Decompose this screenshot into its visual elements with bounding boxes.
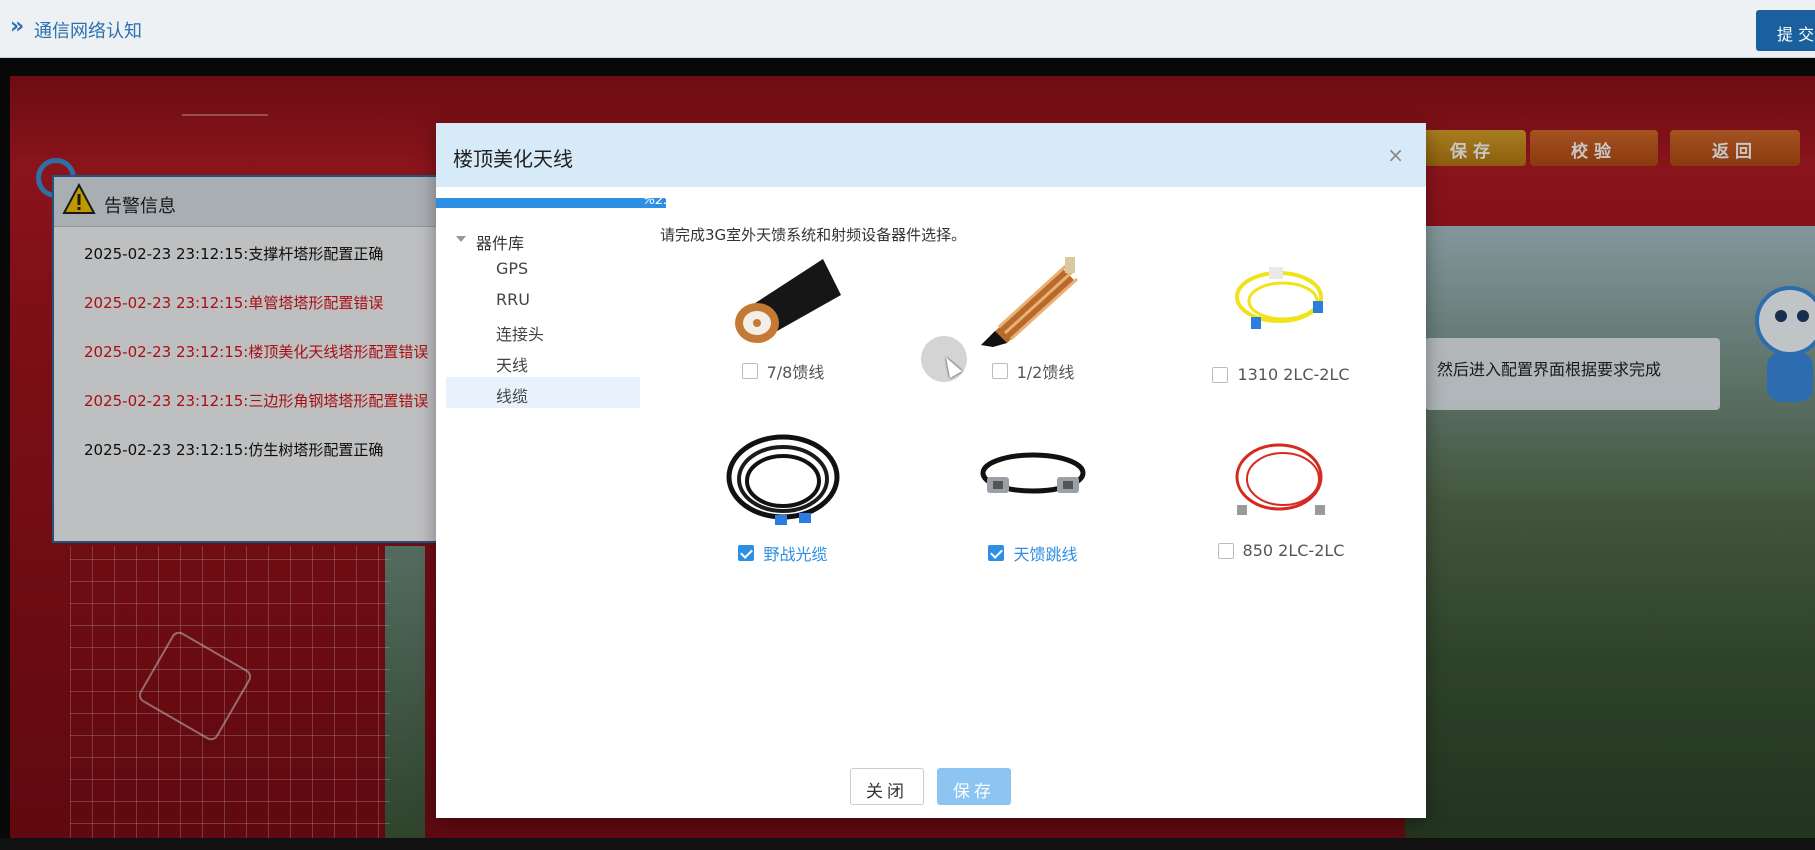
product-label: 7/8馈线 <box>766 363 825 382</box>
product-label: 850 2LC-2LC <box>1242 541 1345 560</box>
progress-bar <box>436 198 666 208</box>
checkbox[interactable] <box>988 545 1005 561</box>
checkbox[interactable] <box>991 363 1008 379</box>
checkbox[interactable] <box>741 363 758 379</box>
checkbox[interactable] <box>738 545 755 561</box>
product-option[interactable]: 野战光缆 <box>683 541 883 565</box>
product-option[interactable]: 850 2LC-2LC <box>1181 541 1381 560</box>
product-item: 7/8馈线 <box>683 251 883 383</box>
caret-down-icon <box>456 236 466 242</box>
double-chevron-icon: » <box>10 14 25 39</box>
product-option[interactable]: 1310 2LC-2LC <box>1181 365 1381 384</box>
product-label: 1/2馈线 <box>1016 363 1075 382</box>
dialog-header: 楼顶美化天线 × <box>436 123 1426 187</box>
tree-item-connector[interactable]: 连接头 <box>446 315 640 346</box>
app-title: 通信网络认知 <box>34 21 142 42</box>
submit-button[interactable]: 提 交 <box>1756 10 1815 51</box>
tree-root-component-library[interactable]: 器件库 <box>446 223 640 253</box>
field-optical-cable-icon <box>726 434 840 525</box>
yellow-fiber-patch-icon <box>1235 267 1323 329</box>
save-button[interactable]: 保存 <box>937 768 1011 805</box>
close-button[interactable]: 关闭 <box>850 768 924 805</box>
coax-cable-7-8-icon <box>735 259 841 343</box>
red-fiber-patch-icon <box>1235 443 1325 515</box>
coax-cable-1-2-icon <box>981 257 1079 347</box>
tree-root-label: 器件库 <box>476 234 525 253</box>
instruction-text: 请完成3G室外天馈系统和射频设备器件选择。 <box>660 226 967 244</box>
component-dialog: 楼顶美化天线 × %25 器件库 GPS RRU 连接头 天线 线缆 请完成3G… <box>436 123 1426 818</box>
feeder-jumper-icon <box>980 452 1086 494</box>
checkbox[interactable] <box>1212 366 1229 383</box>
product-item: 天馈跳线 <box>933 433 1133 565</box>
product-option[interactable]: 7/8馈线 <box>683 359 883 383</box>
bottom-strip <box>0 838 1815 850</box>
product-item: 野战光缆 <box>683 433 883 565</box>
product-label: 1310 2LC-2LC <box>1237 365 1350 384</box>
top-bar: » 通信网络认知 提 交 <box>0 0 1815 58</box>
product-item: 1310 2LC-2LC <box>1181 257 1381 384</box>
checkbox[interactable] <box>1217 542 1234 559</box>
product-label: 野战光缆 <box>763 545 828 564</box>
dialog-title: 楼顶美化天线 <box>453 147 573 171</box>
product-label: 天馈跳线 <box>1013 545 1078 564</box>
component-tree: 器件库 GPS RRU 连接头 天线 线缆 <box>446 223 640 408</box>
tree-item-cable[interactable]: 线缆 <box>446 377 640 408</box>
product-option[interactable]: 天馈跳线 <box>933 541 1133 565</box>
tree-item-gps[interactable]: GPS <box>446 253 640 284</box>
tree-item-antenna[interactable]: 天线 <box>446 346 640 377</box>
tree-item-rru[interactable]: RRU <box>446 284 640 315</box>
close-icon[interactable]: × <box>1387 143 1404 167</box>
product-item: 850 2LC-2LC <box>1181 433 1381 560</box>
progress-label: %25 <box>643 193 672 208</box>
